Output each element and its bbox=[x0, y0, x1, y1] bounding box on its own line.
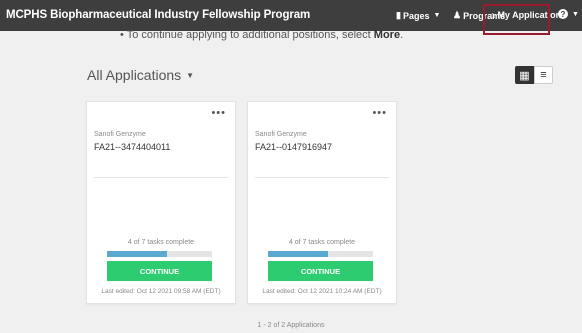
nav-pages[interactable]: ▮ Pages ▼ bbox=[396, 10, 440, 21]
instruction-text: • To continue applying to additional pos… bbox=[120, 29, 403, 41]
grid-view-button[interactable]: ▦ bbox=[515, 66, 534, 84]
applications-count: 1 - 2 of 2 Applications bbox=[257, 322, 325, 329]
list-view-button[interactable]: ≡ bbox=[534, 66, 553, 84]
last-edited: Last edited: Oct 12 2021 10:24 AM (EDT) bbox=[262, 288, 382, 295]
progress-text: 4 of 7 tasks complete bbox=[288, 239, 356, 246]
nav-pages-label: Pages bbox=[402, 10, 430, 21]
instruction-emphasis: More bbox=[373, 29, 401, 41]
progress-text: 4 of 7 tasks complete bbox=[127, 239, 195, 246]
application-card[interactable]: ••• Sanofi Genzyme FA21--0147916947 4 of… bbox=[247, 101, 397, 304]
chevron-down-icon: ▼ bbox=[433, 12, 441, 19]
help-icon: ? bbox=[558, 9, 568, 19]
divider bbox=[255, 177, 389, 178]
grid-icon: ▦ bbox=[519, 69, 530, 82]
application-card[interactable]: ••• Sanofi Genzyme FA21--3474404011 4 of… bbox=[86, 101, 236, 304]
organization-name: Sanofi Genzyme bbox=[255, 131, 307, 138]
list-icon: ≡ bbox=[540, 69, 547, 81]
highlight-box bbox=[483, 4, 550, 35]
continue-button[interactable]: CONTINUE bbox=[268, 261, 373, 281]
section-title: All Applications bbox=[87, 67, 182, 83]
view-toggle: ▦ ≡ bbox=[515, 66, 553, 84]
all-applications-dropdown[interactable]: All Applications ▼ bbox=[87, 67, 194, 83]
chevron-down-icon: ▼ bbox=[572, 10, 579, 18]
progress-fill bbox=[268, 251, 328, 257]
progress-fill bbox=[107, 251, 167, 257]
instruction-prefix: To continue applying to additional posit… bbox=[126, 29, 374, 41]
application-id: FA21--3474404011 bbox=[94, 142, 171, 152]
bullet: • bbox=[120, 29, 127, 41]
last-edited: Last edited: Oct 12 2021 09:58 AM (EDT) bbox=[101, 288, 221, 295]
continue-button[interactable]: CONTINUE bbox=[107, 261, 212, 281]
instruction-suffix: . bbox=[400, 29, 404, 41]
help-menu[interactable]: ? ▼ bbox=[558, 9, 579, 19]
program-title[interactable]: MCPHS Biopharmaceutical Industry Fellows… bbox=[6, 9, 310, 21]
divider bbox=[94, 177, 228, 178]
more-options-icon[interactable]: ••• bbox=[372, 107, 387, 119]
application-id: FA21--0147916947 bbox=[255, 142, 333, 152]
users-icon: ♟ bbox=[453, 10, 462, 20]
document-icon: ▮ bbox=[396, 10, 401, 20]
progress-bar bbox=[268, 251, 373, 257]
organization-name: Sanofi Genzyme bbox=[94, 131, 146, 138]
more-options-icon[interactable]: ••• bbox=[211, 107, 226, 119]
progress-bar bbox=[107, 251, 212, 257]
chevron-down-icon: ▼ bbox=[186, 70, 195, 80]
